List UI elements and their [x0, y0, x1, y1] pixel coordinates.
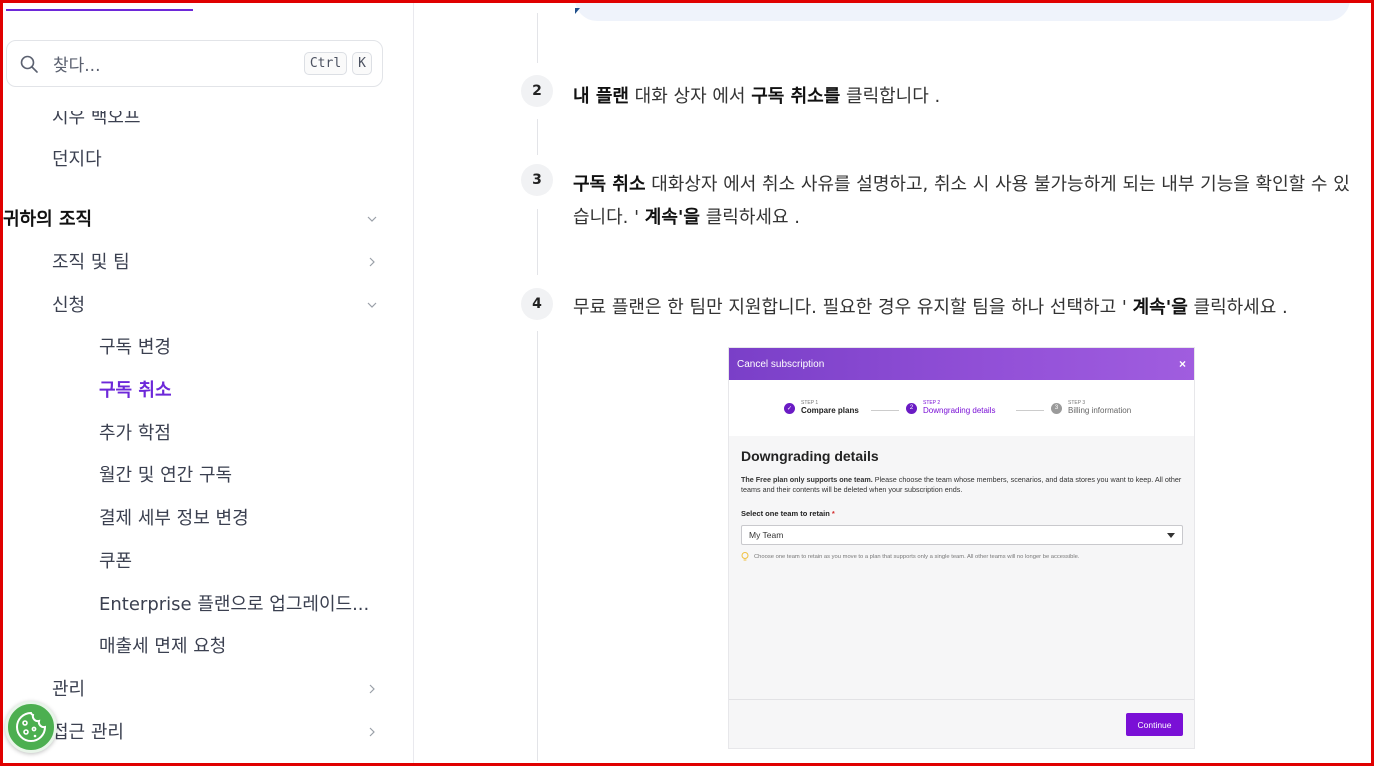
shortcut-key-k: K: [352, 52, 372, 75]
sidebar-item-throw[interactable]: 던지다: [52, 145, 102, 171]
continue-button: Continue: [1126, 713, 1183, 736]
search-placeholder: 찾다...: [53, 56, 101, 76]
required-mark: *: [831, 509, 835, 518]
timeline-line: [537, 13, 538, 63]
step-badge: 2: [906, 402, 917, 414]
step-plain: 무료 플랜은 한 팀만 지원합니다. 필요한 경우 유지할 팀을 하나 선택하고…: [573, 297, 1133, 318]
sidebar-item-upgrade-enterprise[interactable]: Enterprise 플랜으로 업그레이드...: [99, 590, 369, 616]
sidebar-item-subscription[interactable]: 신청: [52, 291, 85, 317]
step-label: Downgrading details: [923, 406, 996, 415]
timeline-line: [537, 119, 538, 155]
sidebar-item-management[interactable]: 관리: [52, 675, 85, 701]
section-title: Downgrading details: [741, 448, 879, 464]
timeline-line: [537, 331, 538, 761]
callout-accent: [575, 8, 580, 14]
chevron-right-icon[interactable]: [365, 725, 379, 739]
sidebar-section-your-organization[interactable]: 귀하의 조직: [3, 205, 92, 231]
cancel-subscription-screenshot: Cancel subscription × ✓ STEP 1 Compare p…: [728, 347, 1195, 749]
check-icon: ✓: [784, 402, 795, 414]
cookie-consent-button[interactable]: [5, 701, 57, 753]
search-input[interactable]: 찾다... Ctrl K: [6, 40, 383, 87]
timeline-line: [537, 209, 538, 275]
chevron-right-icon[interactable]: [365, 255, 379, 269]
step-bold: 구독 취소를: [751, 86, 841, 107]
step-label: Billing information: [1068, 406, 1132, 415]
dialog-title: Cancel subscription: [737, 358, 825, 370]
section-description: The Free plan only supports one team. Pl…: [741, 475, 1186, 495]
caret-down-icon: [1167, 532, 1175, 538]
sidebar: 찾다... Ctrl K 시우 백오프 던지다 귀하의 조직 조직 및 팀 신청…: [3, 3, 414, 763]
step-bold: 계속'을: [1132, 297, 1188, 318]
step-bold: 구독 취소: [573, 174, 646, 195]
sidebar-item-change-billing[interactable]: 결제 세부 정보 변경: [99, 504, 249, 530]
sidebar-item-backoff[interactable]: 시우 백오프: [52, 111, 141, 129]
field-label: Select one team to retain *: [741, 509, 835, 518]
step-plain: 클릭하세요 .: [700, 207, 800, 228]
sidebar-item-access-management[interactable]: 접근 관리: [52, 718, 124, 744]
step-plain: 클릭합니다 .: [840, 86, 941, 107]
stepper-step-2: 2 STEP 2 Downgrading details: [906, 400, 996, 416]
active-tab-underline: [6, 9, 193, 11]
step-badge: 3: [1051, 402, 1062, 414]
sidebar-item-change-subscription[interactable]: 구독 변경: [99, 333, 171, 359]
lightbulb-icon: [741, 552, 749, 561]
sidebar-item-monthly-yearly[interactable]: 월간 및 연간 구독: [99, 461, 232, 487]
step-plain: 대화 상자 에서: [628, 86, 752, 107]
sidebar-item-tax-exemption[interactable]: 매출세 면제 요청: [99, 632, 226, 658]
chevron-right-icon[interactable]: [365, 682, 379, 696]
search-icon: [20, 55, 38, 73]
step-plain: 클릭하세요 .: [1187, 297, 1288, 318]
step-number: 2: [521, 75, 553, 107]
chevron-down-icon[interactable]: [365, 298, 379, 312]
stepper-connector: [1016, 410, 1044, 411]
step-number: 3: [521, 164, 553, 196]
step-number: 4: [521, 288, 553, 320]
step-text: 무료 플랜은 한 팀만 지원합니다. 필요한 경우 유지할 팀을 하나 선택하고…: [573, 291, 1353, 324]
team-select-value: My Team: [749, 530, 784, 540]
stepper: ✓ STEP 1 Compare plans 2 STEP 2 Downgrad…: [729, 380, 1194, 436]
chevron-down-icon[interactable]: [365, 212, 379, 226]
field-hint: Choose one team to retain as you move to…: [741, 552, 1079, 561]
dialog-header: Cancel subscription ×: [729, 348, 1194, 380]
team-select: My Team: [741, 525, 1183, 545]
stepper-step-3: 3 STEP 3 Billing information: [1051, 400, 1131, 416]
step-label: Compare plans: [801, 406, 859, 415]
sidebar-item-organizations-and-teams[interactable]: 조직 및 팀: [52, 248, 130, 274]
sidebar-item-cancel-subscription[interactable]: 구독 취소: [99, 376, 172, 402]
stepper-connector: [871, 410, 899, 411]
step-bold: 계속'을: [644, 207, 700, 228]
description-bold: The Free plan only supports one team.: [741, 475, 873, 484]
step-bold: 내 플랜: [573, 86, 629, 107]
step-text: 내 플랜 대화 상자 에서 구독 취소를 클릭합니다 .: [573, 80, 1353, 113]
sidebar-item-extra-credits[interactable]: 추가 학점: [99, 419, 171, 445]
field-label-text: Select one team to retain: [741, 509, 830, 518]
info-callout: [575, 3, 1350, 21]
field-hint-text: Choose one team to retain as you move to…: [754, 553, 1080, 560]
sidebar-item-coupons[interactable]: 쿠폰: [99, 547, 132, 573]
shortcut-key-ctrl: Ctrl: [303, 52, 348, 75]
main-content: 2 내 플랜 대화 상자 에서 구독 취소를 클릭합니다 . 3 구독 취소 대…: [415, 3, 1371, 763]
cookie-icon: [16, 711, 47, 742]
stepper-step-1: ✓ STEP 1 Compare plans: [784, 400, 859, 416]
close-icon: ×: [1178, 357, 1186, 371]
step-text: 구독 취소 대화상자 에서 취소 사유를 설명하고, 취소 시 사용 불가능하게…: [573, 168, 1353, 234]
